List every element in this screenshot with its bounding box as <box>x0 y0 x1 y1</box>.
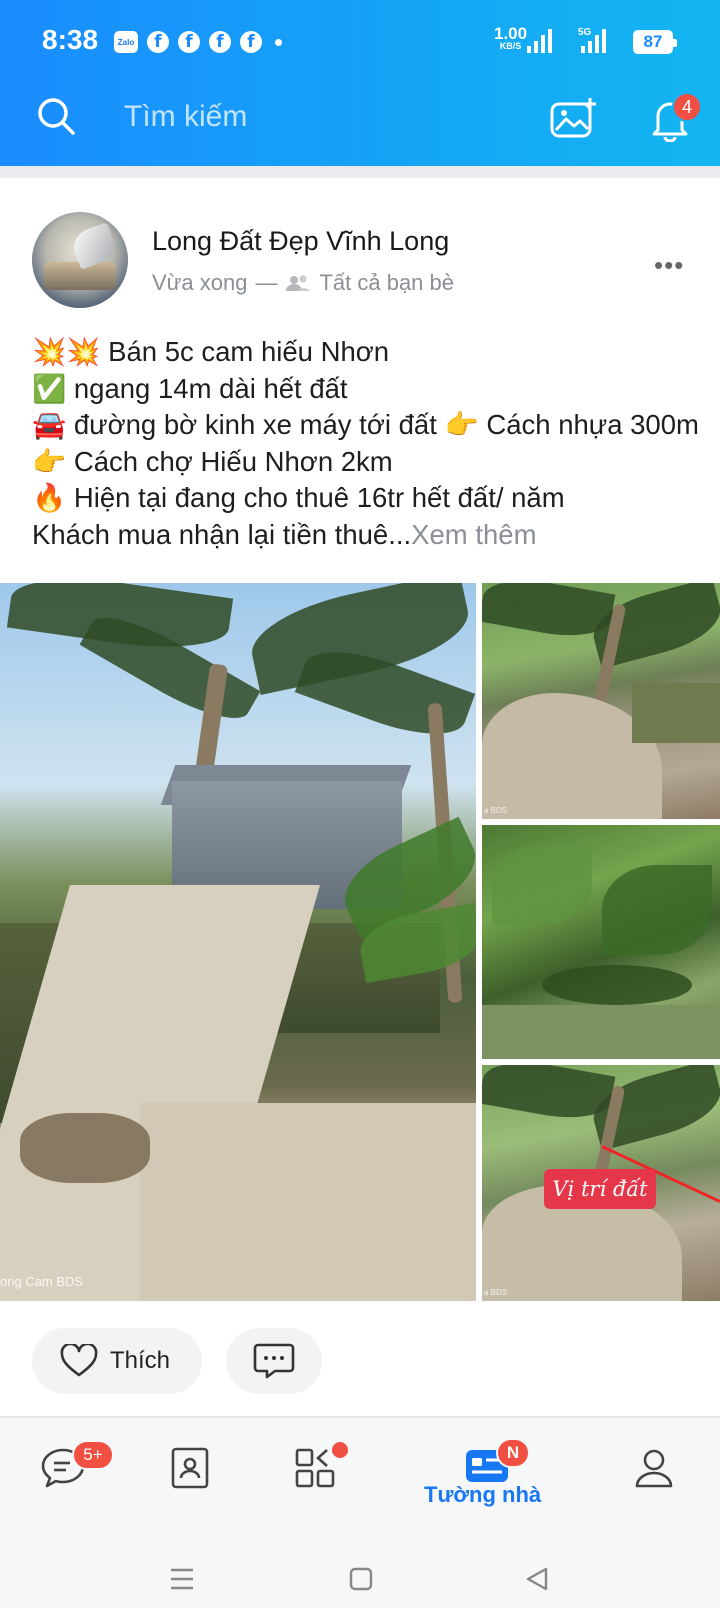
post-time: Vừa xong <box>152 270 248 295</box>
comment-icon <box>253 1343 295 1379</box>
heart-icon <box>60 1344 98 1377</box>
status-time: 8:38 <box>42 24 99 55</box>
facebook-notification-icon: f <box>240 31 262 53</box>
signal-5g-icon <box>581 29 606 53</box>
meta-separator: — <box>255 270 278 295</box>
home-button-icon[interactable] <box>348 1566 374 1592</box>
add-photo-icon[interactable] <box>550 96 598 140</box>
photo-watermark: ong Cam BDS <box>0 1274 84 1289</box>
discover-dot-badge <box>330 1440 350 1460</box>
notification-icons: Zalo f f f f <box>114 31 282 53</box>
photo-grid: ong Cam BDS a BDS Vị trí đất a BDS <box>0 583 720 1301</box>
post-photo-3[interactable] <box>482 825 720 1059</box>
post-photo-main[interactable]: ong Cam BDS <box>0 583 476 1301</box>
feed-post: Long Đất Đẹp Vĩnh Long Vừa xong — Tất cả… <box>0 178 720 1416</box>
post-audience: Tất cả bạn bè <box>319 270 455 295</box>
feed-separator <box>0 166 720 178</box>
facebook-notification-icon: f <box>178 31 200 53</box>
messages-badge: 5+ <box>72 1440 114 1470</box>
nav-contacts[interactable] <box>170 1446 230 1496</box>
post-line: 🚘 đường bờ kinh xe máy tới đất 👉 Cách nh… <box>32 409 699 477</box>
post-meta: Vừa xong — Tất cả bạn bè <box>152 270 454 296</box>
like-button[interactable]: Thích <box>32 1328 202 1394</box>
contacts-icon <box>171 1447 209 1489</box>
post-line-truncated: Khách mua nhận lại tiền thuê... <box>32 518 412 550</box>
status-bar: 8:38 Zalo f f f f 1.00 KB/S 5G 87 <box>0 0 720 80</box>
network-speed: 1.00 KB/S <box>494 25 527 51</box>
author-name[interactable]: Long Đất Đẹp Vĩnh Long <box>152 226 449 257</box>
search-icon[interactable] <box>36 96 76 136</box>
post-line: 🔥 Hiện tại đang cho thuê 16tr hết đất/ n… <box>32 482 565 513</box>
nav-profile[interactable] <box>634 1446 694 1496</box>
post-photo-4[interactable]: Vị trí đất a BDS <box>482 1065 720 1301</box>
recent-apps-icon[interactable] <box>168 1566 196 1592</box>
post-line: ✅ ngang 14m dài hết đất <box>32 372 348 404</box>
top-header: 8:38 Zalo f f f f 1.00 KB/S 5G 87 Tìm ki… <box>0 0 720 166</box>
post-photo-2[interactable]: a BDS <box>482 583 720 819</box>
notification-count-badge: 4 <box>672 92 702 122</box>
author-avatar[interactable] <box>32 212 128 308</box>
timeline-badge: N <box>496 1438 530 1468</box>
facebook-notification-icon: f <box>209 31 231 53</box>
post-text: 💥💥 Bán 5c cam hiếu Nhơn ✅ ngang 14m dài … <box>32 334 702 553</box>
post-line-last: Khách mua nhận lại tiền thuê...Xem thêm <box>32 517 702 554</box>
bottom-navigation: 5+ N Tường nhà <box>0 1416 720 1608</box>
back-button-icon[interactable] <box>524 1566 550 1592</box>
see-more-link[interactable]: Xem thêm <box>411 519 536 550</box>
zalo-notification-icon: Zalo <box>114 31 138 53</box>
profile-icon <box>635 1449 673 1488</box>
like-label: Thích <box>110 1347 171 1374</box>
nav-timeline-label[interactable]: Tường nhà <box>424 1482 541 1508</box>
location-label: Vị trí đất <box>544 1169 656 1209</box>
friends-icon <box>286 275 311 291</box>
battery-icon: 87 <box>633 30 677 54</box>
comment-button[interactable] <box>226 1328 322 1394</box>
more-options-icon[interactable]: ••• <box>654 250 684 281</box>
search-input[interactable]: Tìm kiếm <box>124 100 247 134</box>
photo-watermark-small: a BDS <box>484 1288 508 1297</box>
signal-icon <box>527 29 552 53</box>
post-actions: Thích <box>0 1328 720 1396</box>
more-notifications-dot <box>275 38 282 46</box>
post-line: 💥💥 Bán 5c cam hiếu Nhơn <box>32 336 390 367</box>
facebook-notification-icon: f <box>147 31 169 53</box>
photo-watermark-small: a BDS <box>484 806 508 815</box>
